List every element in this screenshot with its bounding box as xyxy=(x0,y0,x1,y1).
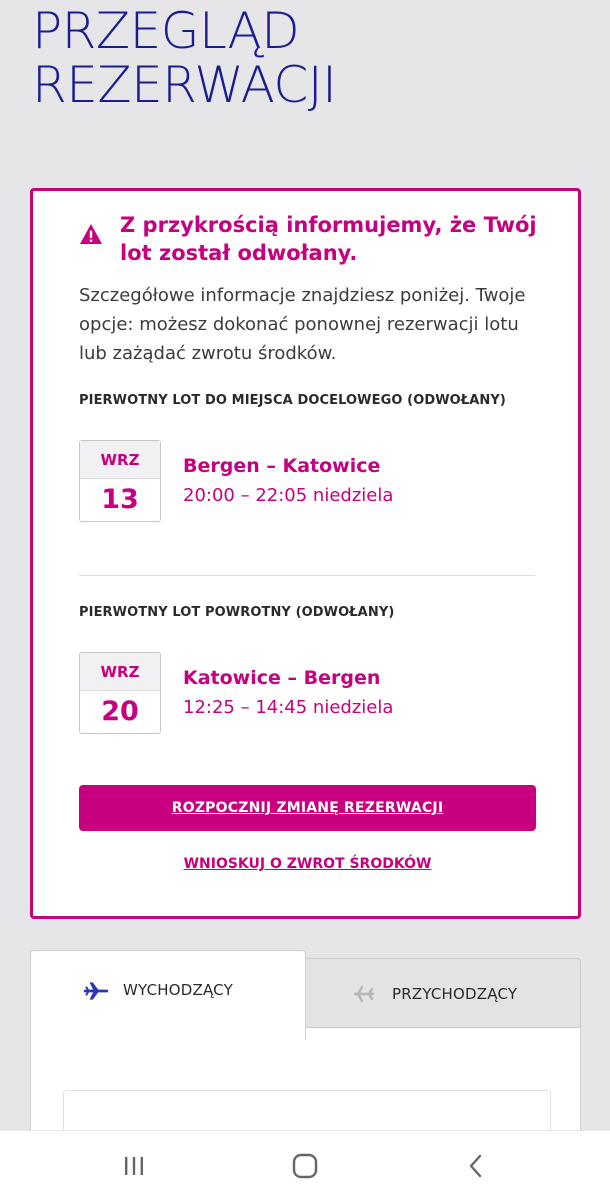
home-icon[interactable] xyxy=(288,1149,322,1183)
tab-outbound-label: WYCHODZĄCY xyxy=(123,981,233,999)
request-refund-link[interactable]: WNIOSKUJ O ZWROT ŚRODKÓW xyxy=(79,856,536,872)
return-route: Katowice – Bergen xyxy=(183,667,381,689)
return-date-calendar: WRZ 20 xyxy=(79,652,161,734)
outbound-day: 13 xyxy=(101,484,139,515)
page-title-line-1: PRZEGLĄD xyxy=(32,2,300,60)
warning-icon xyxy=(80,224,102,244)
tab-inbound[interactable]: PRZYCHODZĄCY xyxy=(305,958,581,1028)
outbound-month: WRZ xyxy=(80,441,160,479)
return-month: WRZ xyxy=(80,653,160,691)
return-times: 12:25 – 14:45 niedziela xyxy=(183,697,394,718)
outbound-flight-label: PIERWOTNY LOT DO MIEJSCA DOCELOWEGO (ODW… xyxy=(79,393,506,408)
return-day: 20 xyxy=(101,696,139,727)
page-title-line-2: REZERWACJI xyxy=(32,56,337,114)
flight-direction-tabs: PRZYCHODZĄCY WYCHODZĄCY xyxy=(30,950,581,1170)
start-rebooking-button[interactable]: ROZPOCZNIJ ZMIANĘ REZERWACJI xyxy=(79,785,536,831)
cancellation-alert-card: Z przykrością informujemy, że Twój lot z… xyxy=(30,188,581,919)
recent-apps-icon[interactable] xyxy=(117,1149,151,1183)
tab-inbound-label: PRZYCHODZĄCY xyxy=(392,985,518,1003)
system-navigation-bar xyxy=(0,1130,610,1200)
alert-body: Szczegółowe informacje znajdziesz poniże… xyxy=(79,285,526,364)
plane-departure-icon xyxy=(83,982,109,1000)
outbound-route: Bergen – Katowice xyxy=(183,455,381,477)
alert-title: Z przykrością informujemy, że Twój lot z… xyxy=(120,213,537,265)
outbound-date-calendar: WRZ 13 xyxy=(79,440,161,522)
section-divider xyxy=(79,575,535,576)
plane-arrival-icon xyxy=(353,985,375,1003)
return-flight-label: PIERWOTNY LOT POWROTNY (ODWOŁANY) xyxy=(79,605,395,620)
tab-outbound[interactable]: WYCHODZĄCY xyxy=(30,950,306,1040)
page-title: PRZEGLĄD REZERWACJI xyxy=(32,4,592,112)
outbound-times: 20:00 – 22:05 niedziela xyxy=(183,485,394,506)
back-icon[interactable] xyxy=(459,1149,493,1183)
